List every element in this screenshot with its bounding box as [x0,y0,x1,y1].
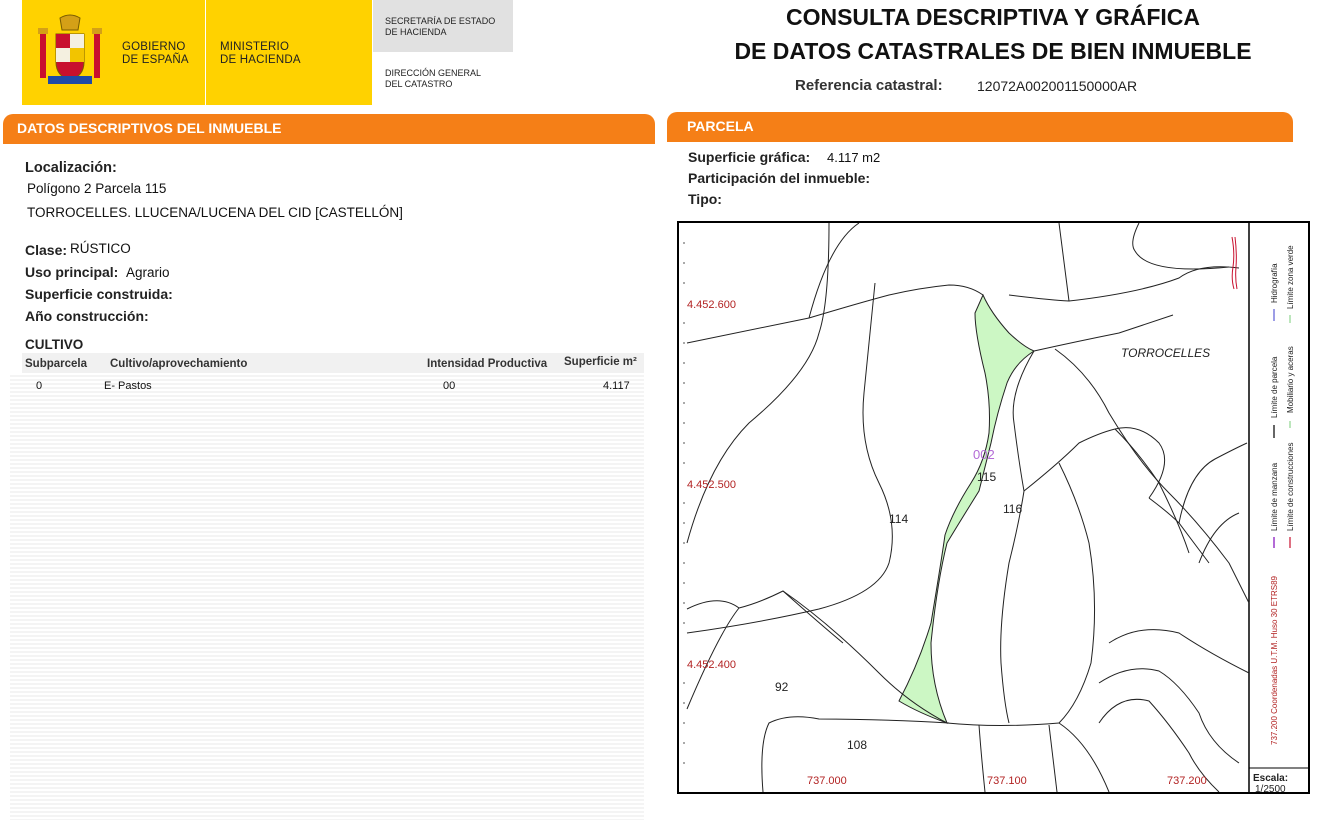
coord-x-000: 737.000 [807,775,847,787]
superficie-grafica-label: Superficie gráfica: [688,149,811,165]
parcel-label-116: 116 [1003,502,1022,516]
table-row-superficie: 4.117 [603,380,630,392]
legend-limite-parcela: Límite de parcela [1270,356,1279,418]
datos-section-rule [3,140,655,144]
ref-catastral-value: 12072A002001150000AR [977,78,1138,94]
legend-coordinates-note: 737.200 Coordenadas U.T.M. Huso 30 ETRS8… [1270,575,1279,745]
direccion-block: DIRECCIÓN GENERAL DEL CATASTRO [385,68,481,90]
subparcel-label-002: 002 [973,447,995,462]
secretaria-line2: DE HACIENDA [385,27,447,37]
coat-of-arms-icon [38,14,102,84]
cultivo-title: CULTIVO [25,337,84,352]
superficie-grafica-value: 4.117 m2 [827,150,881,165]
ministerio-block: MINISTERIO DE HACIENDA [206,0,372,105]
legend-mobiliario: Mobiliario y aceras [1286,346,1295,413]
legend-limite-zona-verde: Límite zona verde [1286,245,1295,309]
hydrography-line [1231,236,1238,290]
col-subparcela: Subparcela [25,358,87,370]
map-left-ticks [683,242,685,764]
coord-y-400: 4.452.400 [687,659,736,671]
gobierno-line2: DE ESPAÑA [122,54,189,66]
coord-x-100: 737.100 [987,775,1027,787]
col-cultivo: Cultivo/aprovechamiento [110,358,248,370]
gobierno-line1: GOBIERNO [122,41,186,53]
legend-hidrografia: Hidrografía [1270,263,1279,303]
localizacion-label: Localización: [25,160,117,176]
col-superficie: Superficie m² [564,356,637,368]
coord-y-500: 4.452.500 [687,479,736,491]
direccion-line1: DIRECCIÓN GENERAL [385,68,482,78]
table-row-cultivo: E- Pastos [104,380,152,392]
coord-y-600: 4.452.600 [687,299,736,311]
parcela-section-title: PARCELA [687,118,754,134]
coord-x-200: 737.200 [1167,775,1207,787]
page-title-line1: CONSULTA DESCRIPTIVA Y GRÁFICA [785,4,1201,30]
datos-section-header: DATOS DESCRIPTIVOS DEL INMUEBLE [3,114,655,140]
localizacion-line2: TORROCELLES. LLUCENA/LUCENA DEL CID [CAS… [27,205,403,220]
parcela-section-rule [667,138,1293,142]
ministerio-line1: MINISTERIO [220,41,290,53]
ref-catastral-label: Referencia catastral: [795,77,943,94]
clase-label: Clase: [25,242,68,258]
tipo-label: Tipo: [688,191,722,207]
datos-section-title: DATOS DESCRIPTIVOS DEL INMUEBLE [17,120,282,136]
uso-principal-label: Uso principal: [25,264,119,280]
secretaria-block: SECRETARÍA DE ESTADO DE HACIENDA [373,0,513,52]
parcela-section-header: PARCELA [667,112,1293,138]
anio-construccion-label: Año construcción: [25,308,149,324]
map-canvas: 4.452.600 4.452.500 4.452.400 737.000 73… [683,223,1308,792]
superficie-construida-label: Superficie construida: [25,286,173,302]
gobierno-logo-block: GOBIERNO DE ESPAÑA [22,0,205,105]
map-legend: Límite de parcela Hidrografía Mobiliario… [1270,245,1295,745]
legend-limite-manzana: Límite de manzana [1270,462,1279,531]
parcel-label-114: 114 [889,512,908,526]
localizacion-line1: Polígono 2 Parcela 115 [27,181,167,196]
scale-label: Escala: [1253,773,1288,784]
clase-value: RÚSTICO [70,241,131,256]
cadastral-map[interactable]: 4.452.600 4.452.500 4.452.400 737.000 73… [677,221,1310,794]
place-label-torrocelles: TORROCELLES [1121,346,1210,360]
page-title-line2: DE DATOS CATASTRALES DE BIEN INMUEBLE [734,38,1252,64]
direccion-line2: DEL CATASTRO [385,79,453,89]
cultivo-table-body [10,375,644,820]
parcel-label-92: 92 [775,680,789,694]
col-intensidad: Intensidad Productiva [427,358,548,370]
table-row-subparcela: 0 [36,380,43,392]
ministerio-line2: DE HACIENDA [220,54,301,66]
scale-value: 1/2500 [1255,784,1286,792]
secretaria-line1: SECRETARÍA DE ESTADO [385,16,496,26]
participacion-label: Participación del inmueble: [688,170,871,186]
table-row-intensidad: 00 [443,380,456,392]
legend-limite-construcciones: Límite de construcciones [1286,443,1295,532]
parcel-label-115: 115 [977,470,996,484]
uso-principal-value: Agrario [126,265,170,280]
parcel-label-108: 108 [847,738,867,752]
